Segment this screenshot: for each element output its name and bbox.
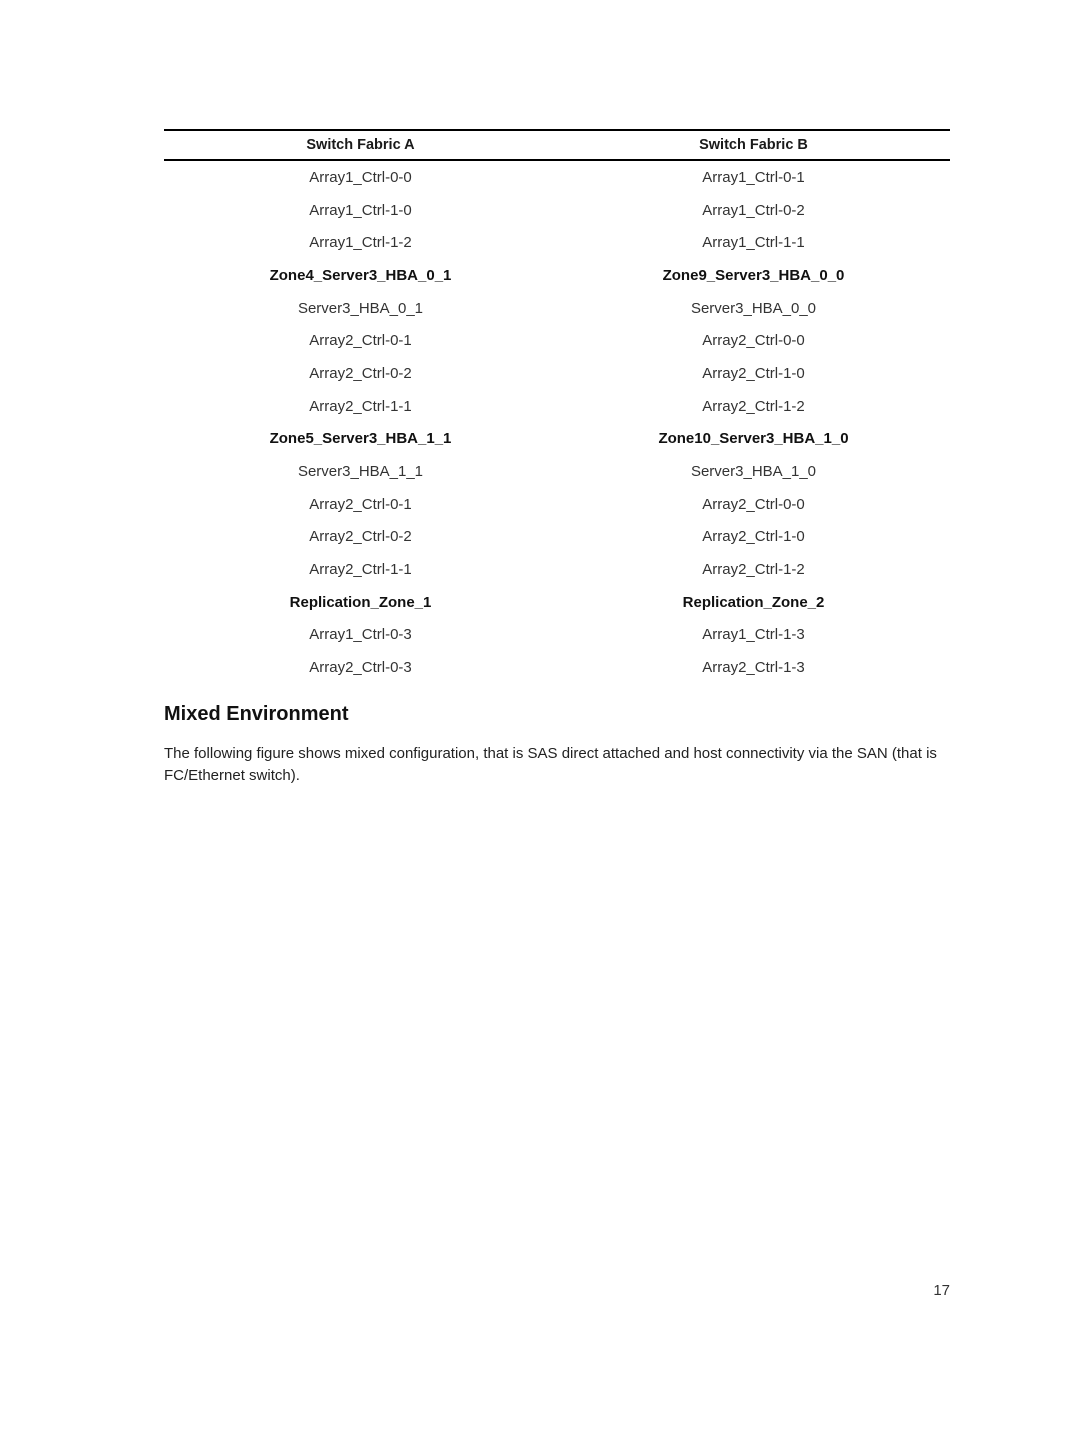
member-cell-fabric-a: Array1_Ctrl-1-2 [309,234,412,252]
member-cell-fabric-a: Array2_Ctrl-0-1 [309,495,412,513]
table-row: Array2_Ctrl-0-1 Array2_Ctrl-0-0 [164,324,950,357]
table-row: Array2_Ctrl-0-2 Array2_Ctrl-1-0 [164,357,950,390]
member-cell-fabric-b: Array2_Ctrl-0-0 [702,495,805,513]
zoning-table: Switch Fabric A Switch Fabric B Array1_C… [164,129,950,684]
member-cell-fabric-a: Array1_Ctrl-0-3 [309,626,412,644]
zone-name-cell-fabric-b: Replication_Zone_2 [682,593,825,611]
zone-row: Replication_Zone_1 Replication_Zone_2 [164,586,950,619]
member-cell-fabric-b: Array2_Ctrl-1-2 [702,561,805,579]
member-cell-fabric-b: Array2_Ctrl-1-3 [702,659,805,677]
member-cell-fabric-b: Array1_Ctrl-1-1 [702,234,805,252]
member-cell-fabric-b: Array2_Ctrl-1-0 [702,364,805,382]
table-row: Server3_HBA_1_1 Server3_HBA_1_0 [164,455,950,488]
table-row: Array2_Ctrl-1-1 Array2_Ctrl-1-2 [164,390,950,423]
table-row: Array1_Ctrl-1-2 Array1_Ctrl-1-1 [164,226,950,259]
member-cell-fabric-a: Array1_Ctrl-1-0 [309,201,412,219]
member-cell-fabric-b: Array2_Ctrl-1-0 [702,528,805,546]
member-cell-fabric-b: Array1_Ctrl-1-3 [702,626,805,644]
zone-name-cell-fabric-a: Zone5_Server3_HBA_1_1 [269,430,452,448]
page-number: 17 [933,1282,950,1299]
table-header-row: Switch Fabric A Switch Fabric B [164,129,950,161]
member-cell-fabric-a: Array2_Ctrl-0-1 [309,332,412,350]
zone-name-cell-fabric-b: Zone10_Server3_HBA_1_0 [658,430,849,448]
table-row: Array1_Ctrl-0-3 Array1_Ctrl-1-3 [164,619,950,652]
zone-name-cell-fabric-b: Zone9_Server3_HBA_0_0 [662,266,845,284]
table-body: Array1_Ctrl-0-0 Array1_Ctrl-0-1 Array1_Ctr… [164,160,950,684]
member-cell-fabric-b: Array1_Ctrl-0-2 [702,201,805,219]
section-paragraph: The following figure shows mixed configu… [164,745,937,784]
header-switch-fabric-b: Switch Fabric B [557,129,950,161]
member-cell-fabric-a: Array2_Ctrl-0-3 [309,659,412,677]
member-cell-fabric-b: Array1_Ctrl-0-1 [702,168,805,186]
member-cell-fabric-a: Server3_HBA_0_1 [297,299,424,317]
table-row: Array2_Ctrl-0-3 Array2_Ctrl-1-3 [164,651,950,684]
table-row: Array1_Ctrl-0-0 Array1_Ctrl-0-1 [164,160,950,194]
zone-row: Zone4_Server3_HBA_0_1 Zone9_Server3_HBA_0… [164,259,950,292]
member-cell-fabric-a: Array2_Ctrl-0-2 [309,364,412,382]
member-cell-fabric-a: Array2_Ctrl-0-2 [309,528,412,546]
table-row: Array2_Ctrl-1-1 Array2_Ctrl-1-2 [164,553,950,586]
member-cell-fabric-a: Array2_Ctrl-1-1 [309,561,412,579]
zone-row: Zone5_Server3_HBA_1_1 Zone10_Server3_HBA_… [164,423,950,456]
member-cell-fabric-b: Array2_Ctrl-0-0 [702,332,805,350]
table-row: Array2_Ctrl-0-2 Array2_Ctrl-1-0 [164,521,950,554]
member-cell-fabric-b: Server3_HBA_0_0 [690,299,817,317]
header-switch-fabric-a: Switch Fabric A [164,129,557,161]
zone-name-cell-fabric-a: Zone4_Server3_HBA_0_1 [269,266,452,284]
member-cell-fabric-a: Server3_HBA_1_1 [297,463,424,481]
table-row: Server3_HBA_0_1 Server3_HBA_0_0 [164,292,950,325]
member-cell-fabric-a: Array1_Ctrl-0-0 [309,168,412,186]
member-cell-fabric-a: Array2_Ctrl-1-1 [309,397,412,415]
member-cell-fabric-b: Server3_HBA_1_0 [690,463,817,481]
table-row: Array1_Ctrl-1-0 Array1_Ctrl-0-2 [164,194,950,227]
section-title: Mixed Environment [164,703,349,725]
zone-name-cell-fabric-a: Replication_Zone_1 [289,593,432,611]
member-cell-fabric-b: Array2_Ctrl-1-2 [702,397,805,415]
table-row: Array2_Ctrl-0-1 Array2_Ctrl-0-0 [164,488,950,521]
